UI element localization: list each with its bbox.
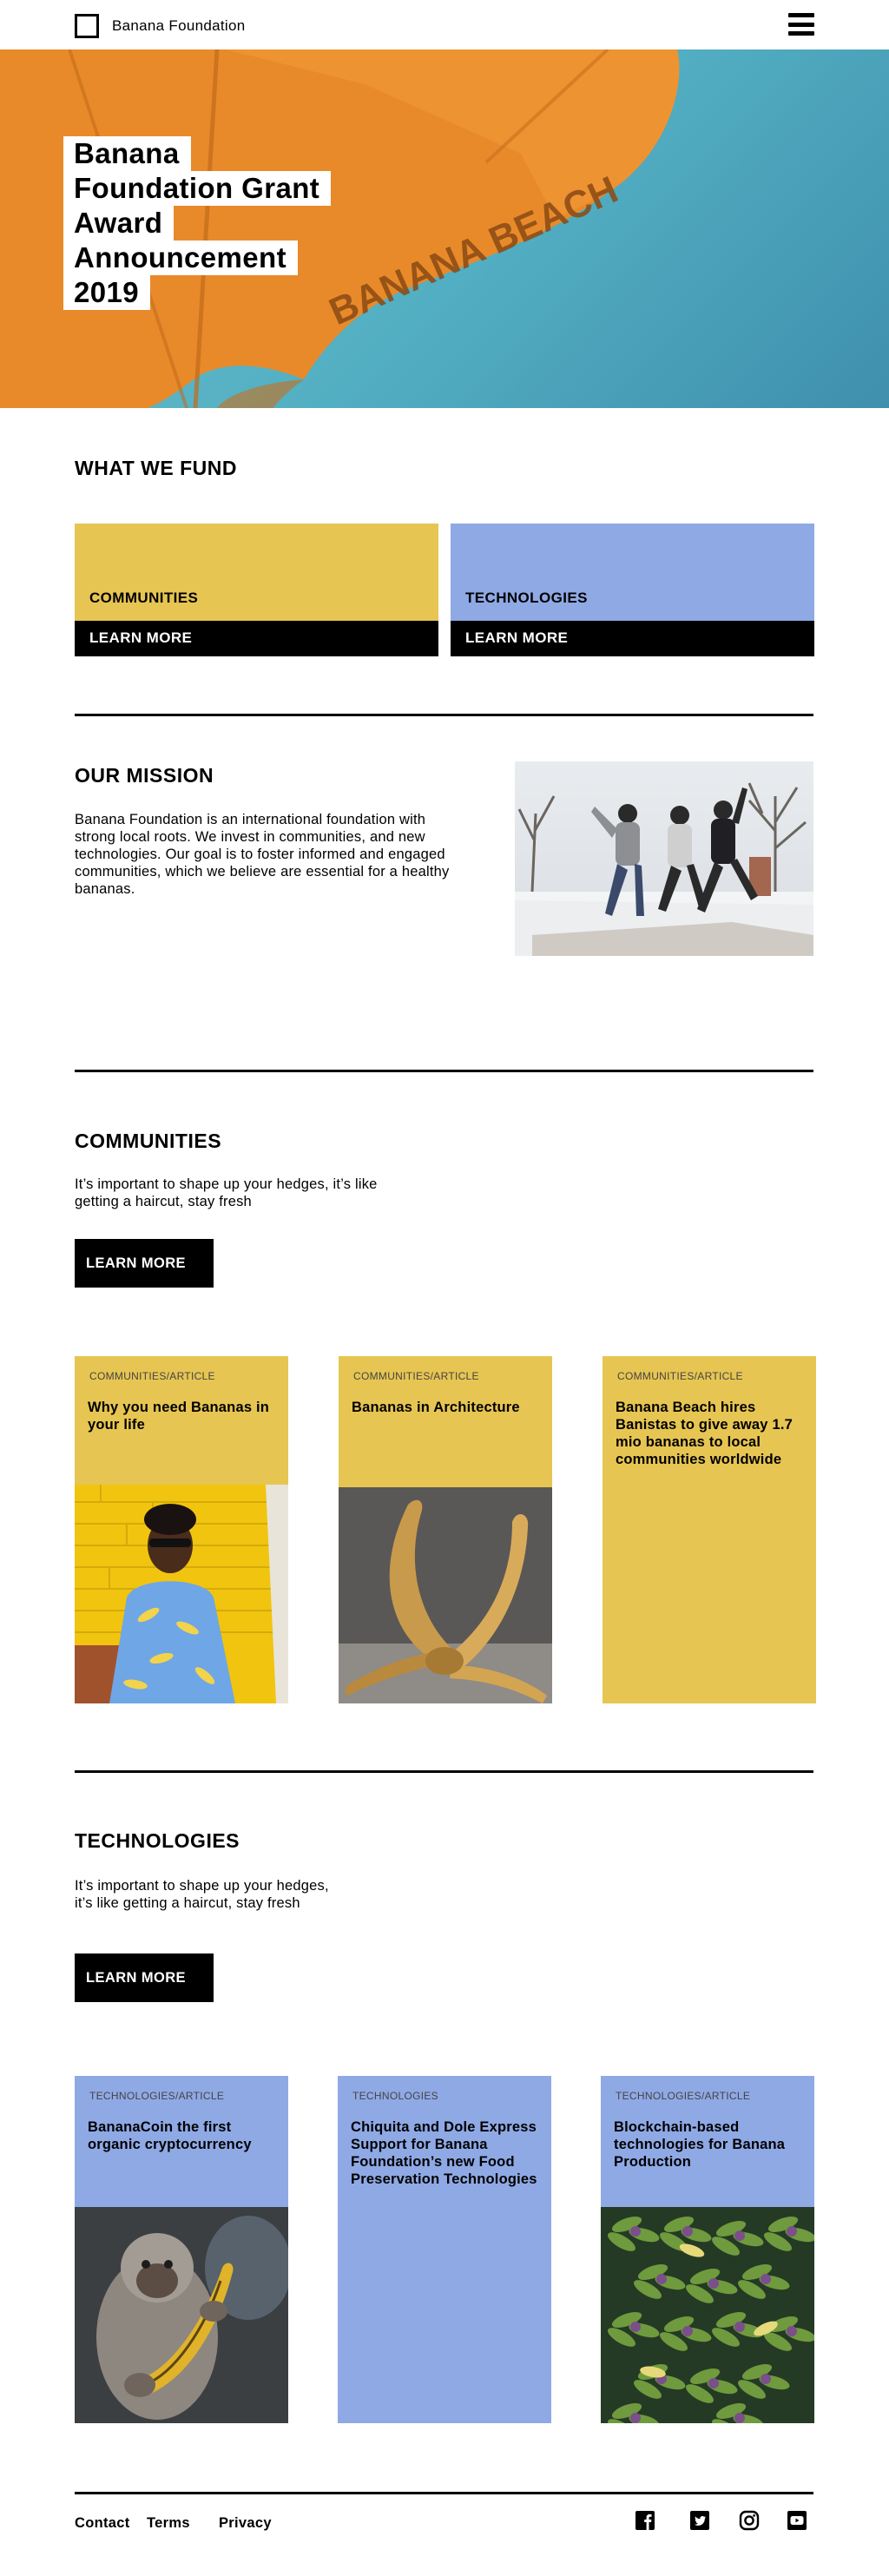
article-tag: TECHNOLOGIES bbox=[352, 2090, 438, 2102]
footer-link-privacy[interactable]: Privacy bbox=[219, 2515, 272, 2532]
article-title: Why you need Bananas in your life bbox=[88, 1400, 270, 1433]
communities-heading: COMMUNITIES bbox=[75, 1130, 222, 1152]
instagram-icon[interactable] bbox=[739, 2510, 760, 2531]
article-title: BananaCoin the first organic cryptocurre… bbox=[88, 2119, 252, 2152]
intro-line: getting a haircut, stay fresh bbox=[75, 1194, 252, 1209]
article-card[interactable]: COMMUNITIES/ARTICLE Banana Beach hires B… bbox=[603, 1356, 816, 1703]
learn-more-button[interactable]: LEARN MORE bbox=[75, 621, 438, 656]
intro-line: It’s important to shape up your hedges, bbox=[75, 1878, 329, 1894]
logo-square-icon bbox=[75, 14, 99, 38]
article-title: Chiquita and Dole Express Support for Ba… bbox=[351, 2119, 537, 2187]
logo-link[interactable]: Banana Foundation bbox=[75, 14, 246, 38]
page: Banana Foundation BANANA BEACH Banana Fo… bbox=[0, 0, 889, 2576]
article-tag: TECHNOLOGIES/ARTICLE bbox=[616, 2090, 751, 2102]
article-card[interactable]: COMMUNITIES/ARTICLE Why you need Bananas… bbox=[75, 1356, 288, 1703]
woman-banana-shirt-photo bbox=[75, 1485, 288, 1703]
footer-link-terms[interactable]: Terms bbox=[147, 2515, 190, 2532]
intro-line: It’s important to shape up your hedges, … bbox=[75, 1176, 378, 1192]
section-divider bbox=[75, 714, 813, 716]
hero-title: Banana Foundation Grant Award Announceme… bbox=[63, 136, 332, 310]
monkey-with-banana-photo bbox=[75, 2207, 288, 2423]
facebook-icon[interactable] bbox=[635, 2510, 655, 2531]
footer-divider bbox=[75, 2492, 813, 2494]
learn-more-button[interactable]: LEARN MORE bbox=[451, 621, 814, 656]
hero-title-line: Foundation Grant bbox=[63, 171, 332, 206]
article-tag: COMMUNITIES/ARTICLE bbox=[353, 1370, 479, 1382]
article-card[interactable]: TECHNOLOGIES Chiquita and Dole Express S… bbox=[338, 2076, 551, 2423]
intro-line: it’s like getting a haircut, stay fresh bbox=[75, 1895, 300, 1911]
technologies-intro: It’s important to shape up your hedges, … bbox=[75, 1877, 329, 1912]
fund-card-communities[interactable]: COMMUNITIES LEARN MORE bbox=[75, 524, 438, 656]
article-card[interactable]: TECHNOLOGIES/ARTICLE BananaCoin the firs… bbox=[75, 2076, 288, 2423]
hamburger-menu-icon[interactable] bbox=[788, 13, 814, 36]
fund-card-label: TECHNOLOGIES bbox=[465, 590, 588, 606]
people-jumping-photo bbox=[515, 761, 813, 956]
menu-bar bbox=[788, 22, 814, 27]
hero-title-line: 2019 bbox=[63, 275, 151, 310]
article-tag: TECHNOLOGIES/ARTICLE bbox=[89, 2090, 225, 2102]
communities-learn-more-button[interactable]: LEARN MORE bbox=[75, 1239, 214, 1288]
logo-text: Banana Foundation bbox=[112, 17, 246, 34]
our-mission-heading: OUR MISSION bbox=[75, 764, 214, 787]
article-title: Bananas in Architecture bbox=[352, 1400, 520, 1415]
article-card[interactable]: COMMUNITIES/ARTICLE Bananas in Architect… bbox=[339, 1356, 552, 1703]
banana-bunches-photo bbox=[601, 2207, 814, 2423]
hero-title-line: Award bbox=[63, 206, 175, 240]
communities-intro: It’s important to shape up your hedges, … bbox=[75, 1176, 378, 1210]
menu-bar bbox=[788, 31, 814, 36]
section-divider bbox=[75, 1070, 813, 1072]
article-title: Blockchain-based technologies for Banana… bbox=[614, 2119, 786, 2170]
banana-sculpture-photo bbox=[339, 1487, 552, 1703]
footer-link-contact[interactable]: Contact bbox=[75, 2515, 130, 2532]
site-header: Banana Foundation bbox=[0, 0, 889, 49]
article-card[interactable]: TECHNOLOGIES/ARTICLE Blockchain-based te… bbox=[601, 2076, 814, 2423]
technologies-learn-more-button[interactable]: LEARN MORE bbox=[75, 1953, 214, 2002]
article-tag: COMMUNITIES/ARTICLE bbox=[617, 1370, 743, 1382]
hero-title-line: Banana bbox=[63, 136, 191, 171]
technologies-heading: TECHNOLOGIES bbox=[75, 1829, 240, 1852]
youtube-icon[interactable] bbox=[787, 2510, 807, 2531]
mission-text: Banana Foundation is an international fo… bbox=[75, 812, 450, 897]
article-tag: COMMUNITIES/ARTICLE bbox=[89, 1370, 215, 1382]
menu-bar bbox=[788, 13, 814, 17]
twitter-icon[interactable] bbox=[689, 2510, 710, 2531]
hero-title-line: Announcement bbox=[63, 240, 298, 275]
hero-banner: BANANA BEACH Banana Foundation Grant Awa… bbox=[0, 49, 889, 408]
fund-card-label: COMMUNITIES bbox=[89, 590, 199, 606]
what-we-fund-heading: WHAT WE FUND bbox=[75, 457, 237, 479]
fund-card-technologies[interactable]: TECHNOLOGIES LEARN MORE bbox=[451, 524, 814, 656]
section-divider bbox=[75, 1770, 813, 1773]
article-title: Banana Beach hires Banistas to give away… bbox=[616, 1400, 794, 1467]
